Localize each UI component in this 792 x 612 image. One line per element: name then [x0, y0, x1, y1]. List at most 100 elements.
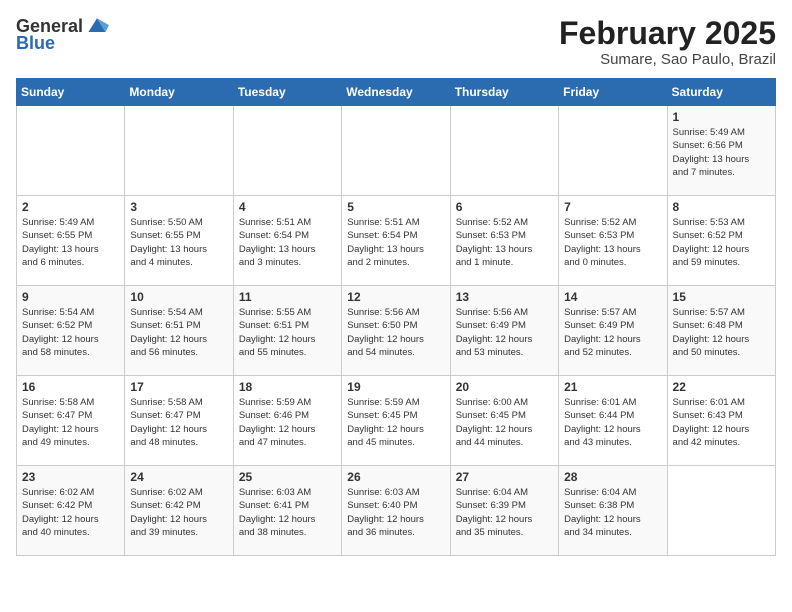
col-header-thursday: Thursday — [450, 79, 558, 106]
calendar-cell: 8 Sunrise: 5:53 AM Sunset: 6:52 PM Daylig… — [667, 196, 775, 286]
day-info: Sunrise: 6:03 AM Sunset: 6:41 PM Dayligh… — [239, 486, 336, 539]
day-info: Sunrise: 5:51 AM Sunset: 6:54 PM Dayligh… — [239, 216, 336, 269]
calendar-cell — [667, 466, 775, 556]
day-info: Sunrise: 5:49 AM Sunset: 6:55 PM Dayligh… — [22, 216, 119, 269]
day-info: Sunrise: 6:02 AM Sunset: 6:42 PM Dayligh… — [22, 486, 119, 539]
day-info: Sunrise: 5:55 AM Sunset: 6:51 PM Dayligh… — [239, 306, 336, 359]
day-info: Sunrise: 5:52 AM Sunset: 6:53 PM Dayligh… — [456, 216, 553, 269]
calendar-cell: 26 Sunrise: 6:03 AM Sunset: 6:40 PM Dayli… — [342, 466, 450, 556]
day-number: 6 — [456, 200, 553, 214]
day-info: Sunrise: 5:54 AM Sunset: 6:51 PM Dayligh… — [130, 306, 227, 359]
calendar-cell: 18 Sunrise: 5:59 AM Sunset: 6:46 PM Dayli… — [233, 376, 341, 466]
logo-icon — [85, 16, 109, 36]
day-number: 18 — [239, 380, 336, 394]
calendar-cell: 13Sunrise: 5:56 AM Sunset: 6:49 PM Dayli… — [450, 286, 558, 376]
calendar-cell — [559, 106, 667, 196]
day-info: Sunrise: 5:49 AM Sunset: 6:56 PM Dayligh… — [673, 126, 770, 179]
day-number: 4 — [239, 200, 336, 214]
day-number: 1 — [673, 110, 770, 124]
calendar-cell: 14 Sunrise: 5:57 AM Sunset: 6:49 PM Dayli… — [559, 286, 667, 376]
day-number: 14 — [564, 290, 661, 304]
calendar-subtitle: Sumare, Sao Paulo, Brazil — [559, 51, 776, 68]
day-info: Sunrise: 5:59 AM Sunset: 6:46 PM Dayligh… — [239, 396, 336, 449]
day-info: Sunrise: 5:57 AM Sunset: 6:48 PM Dayligh… — [673, 306, 770, 359]
day-number: 20 — [456, 380, 553, 394]
day-number: 21 — [564, 380, 661, 394]
calendar-title: February 2025 — [559, 16, 776, 51]
calendar-cell: 6 Sunrise: 5:52 AM Sunset: 6:53 PM Daylig… — [450, 196, 558, 286]
col-header-sunday: Sunday — [17, 79, 125, 106]
calendar-cell: 24 Sunrise: 6:02 AM Sunset: 6:42 PM Dayli… — [125, 466, 233, 556]
calendar-cell: 5 Sunrise: 5:51 AM Sunset: 6:54 PM Daylig… — [342, 196, 450, 286]
day-info: Sunrise: 6:04 AM Sunset: 6:39 PM Dayligh… — [456, 486, 553, 539]
calendar-cell: 22Sunrise: 6:01 AM Sunset: 6:43 PM Dayli… — [667, 376, 775, 466]
calendar-table: SundayMondayTuesdayWednesdayThursdayFrid… — [16, 78, 776, 556]
day-info: Sunrise: 5:50 AM Sunset: 6:55 PM Dayligh… — [130, 216, 227, 269]
week-row-1: 1 Sunrise: 5:49 AM Sunset: 6:56 PM Daylig… — [17, 106, 776, 196]
calendar-cell: 12 Sunrise: 5:56 AM Sunset: 6:50 PM Dayli… — [342, 286, 450, 376]
day-info: Sunrise: 5:54 AM Sunset: 6:52 PM Dayligh… — [22, 306, 119, 359]
calendar-cell: 10 Sunrise: 5:54 AM Sunset: 6:51 PM Dayli… — [125, 286, 233, 376]
day-info: Sunrise: 6:01 AM Sunset: 6:43 PM Dayligh… — [673, 396, 770, 449]
calendar-cell: 16 Sunrise: 5:58 AM Sunset: 6:47 PM Dayli… — [17, 376, 125, 466]
logo-blue: Blue — [16, 34, 109, 52]
day-info: Sunrise: 6:00 AM Sunset: 6:45 PM Dayligh… — [456, 396, 553, 449]
day-number: 11 — [239, 290, 336, 304]
calendar-cell — [450, 106, 558, 196]
calendar-cell: 3 Sunrise: 5:50 AM Sunset: 6:55 PM Daylig… — [125, 196, 233, 286]
day-number: 12 — [347, 290, 444, 304]
calendar-cell: 7 Sunrise: 5:52 AM Sunset: 6:53 PM Daylig… — [559, 196, 667, 286]
week-row-5: 23 Sunrise: 6:02 AM Sunset: 6:42 PM Dayli… — [17, 466, 776, 556]
day-info: Sunrise: 5:59 AM Sunset: 6:45 PM Dayligh… — [347, 396, 444, 449]
col-header-monday: Monday — [125, 79, 233, 106]
calendar-cell: 4 Sunrise: 5:51 AM Sunset: 6:54 PM Daylig… — [233, 196, 341, 286]
day-number: 7 — [564, 200, 661, 214]
logo: General Blue — [16, 16, 109, 52]
col-header-wednesday: Wednesday — [342, 79, 450, 106]
col-header-tuesday: Tuesday — [233, 79, 341, 106]
day-info: Sunrise: 5:56 AM Sunset: 6:50 PM Dayligh… — [347, 306, 444, 359]
calendar-cell: 28 Sunrise: 6:04 AM Sunset: 6:38 PM Dayli… — [559, 466, 667, 556]
calendar-cell: 20 Sunrise: 6:00 AM Sunset: 6:45 PM Dayli… — [450, 376, 558, 466]
week-row-2: 2 Sunrise: 5:49 AM Sunset: 6:55 PM Daylig… — [17, 196, 776, 286]
calendar-cell — [342, 106, 450, 196]
calendar-cell: 21 Sunrise: 6:01 AM Sunset: 6:44 PM Dayli… — [559, 376, 667, 466]
day-number: 19 — [347, 380, 444, 394]
day-info: Sunrise: 5:51 AM Sunset: 6:54 PM Dayligh… — [347, 216, 444, 269]
calendar-cell: 25 Sunrise: 6:03 AM Sunset: 6:41 PM Dayli… — [233, 466, 341, 556]
calendar-cell: 1 Sunrise: 5:49 AM Sunset: 6:56 PM Daylig… — [667, 106, 775, 196]
day-number: 2 — [22, 200, 119, 214]
day-number: 16 — [22, 380, 119, 394]
day-number: 5 — [347, 200, 444, 214]
week-row-3: 9Sunrise: 5:54 AM Sunset: 6:52 PM Daylig… — [17, 286, 776, 376]
day-info: Sunrise: 6:04 AM Sunset: 6:38 PM Dayligh… — [564, 486, 661, 539]
day-info: Sunrise: 5:58 AM Sunset: 6:47 PM Dayligh… — [22, 396, 119, 449]
day-number: 26 — [347, 470, 444, 484]
day-number: 24 — [130, 470, 227, 484]
day-info: Sunrise: 5:57 AM Sunset: 6:49 PM Dayligh… — [564, 306, 661, 359]
calendar-cell: 19 Sunrise: 5:59 AM Sunset: 6:45 PM Dayli… — [342, 376, 450, 466]
calendar-cell: 11 Sunrise: 5:55 AM Sunset: 6:51 PM Dayli… — [233, 286, 341, 376]
day-number: 28 — [564, 470, 661, 484]
calendar-cell — [17, 106, 125, 196]
day-number: 27 — [456, 470, 553, 484]
col-header-friday: Friday — [559, 79, 667, 106]
day-info: Sunrise: 5:52 AM Sunset: 6:53 PM Dayligh… — [564, 216, 661, 269]
day-info: Sunrise: 6:02 AM Sunset: 6:42 PM Dayligh… — [130, 486, 227, 539]
day-info: Sunrise: 5:58 AM Sunset: 6:47 PM Dayligh… — [130, 396, 227, 449]
calendar-cell: 15Sunrise: 5:57 AM Sunset: 6:48 PM Dayli… — [667, 286, 775, 376]
day-info: Sunrise: 6:03 AM Sunset: 6:40 PM Dayligh… — [347, 486, 444, 539]
calendar-cell: 27 Sunrise: 6:04 AM Sunset: 6:39 PM Dayli… — [450, 466, 558, 556]
calendar-cell: 2 Sunrise: 5:49 AM Sunset: 6:55 PM Daylig… — [17, 196, 125, 286]
day-number: 8 — [673, 200, 770, 214]
calendar-cell: 17Sunrise: 5:58 AM Sunset: 6:47 PM Dayli… — [125, 376, 233, 466]
day-number: 10 — [130, 290, 227, 304]
page-header: General Blue February 2025 Sumare, Sao P… — [16, 16, 776, 68]
day-info: Sunrise: 5:53 AM Sunset: 6:52 PM Dayligh… — [673, 216, 770, 269]
day-number: 25 — [239, 470, 336, 484]
calendar-cell: 23 Sunrise: 6:02 AM Sunset: 6:42 PM Dayli… — [17, 466, 125, 556]
calendar-cell — [125, 106, 233, 196]
day-info: Sunrise: 6:01 AM Sunset: 6:44 PM Dayligh… — [564, 396, 661, 449]
day-number: 23 — [22, 470, 119, 484]
day-number: 3 — [130, 200, 227, 214]
